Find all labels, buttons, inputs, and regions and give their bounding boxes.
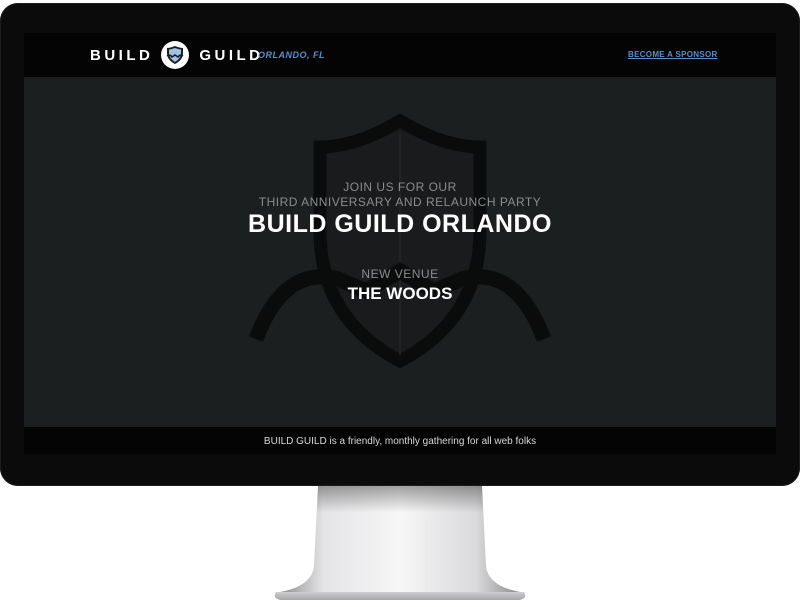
hero-kicker-line2: THIRD ANNIVERSARY AND RELAUNCH PARTY	[258, 195, 542, 209]
hero-kicker-line1: JOIN US FOR OUR	[343, 180, 457, 194]
brand-word-build: BUILD	[90, 46, 154, 64]
hero-title: BUILD GUILD ORLANDO	[248, 210, 552, 238]
monitor-frame: BUILD GUILD ORLANDO, FL BECOME A SPONSOR	[0, 3, 800, 486]
shield-watermark-icon	[248, 113, 552, 369]
site-tagline: BUILD GUILD is a friendly, monthly gathe…	[263, 436, 537, 447]
tagline-bar: BUILD GUILD is a friendly, monthly gathe…	[24, 427, 776, 454]
become-sponsor-link[interactable]: BECOME A SPONSOR	[628, 33, 718, 77]
hero-section: JOIN US FOR OUR THIRD ANNIVERSARY AND RE…	[24, 77, 776, 427]
venue-kicker: NEW VENUE	[361, 267, 439, 281]
brand-word-guild: GUILD	[199, 46, 264, 64]
website-screen: BUILD GUILD ORLANDO, FL BECOME A SPONSOR	[24, 33, 776, 454]
shield-logo-icon	[161, 41, 190, 69]
site-logo[interactable]: BUILD GUILD	[90, 33, 264, 77]
monitor-stand	[274, 486, 526, 600]
venue-name: THE WOODS	[347, 284, 453, 303]
site-header: BUILD GUILD ORLANDO, FL BECOME A SPONSOR	[24, 33, 776, 77]
location-link[interactable]: ORLANDO, FL	[258, 33, 325, 77]
